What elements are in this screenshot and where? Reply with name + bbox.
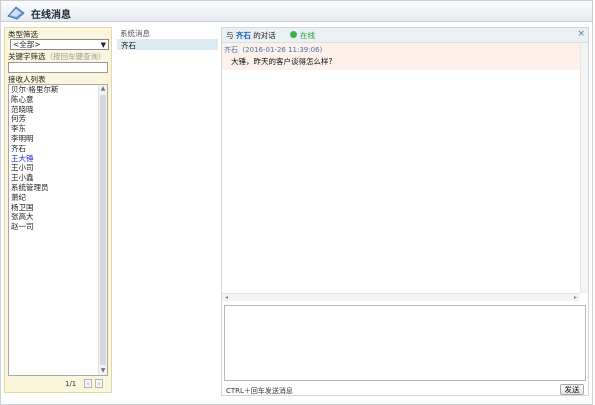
recipient-item[interactable]: 李明明 bbox=[9, 134, 99, 144]
recipient-list[interactable]: 贝尔·格里尔斯 陈心意 范晓晓 何芳 李东 李明明 齐石 王大锤 王小司 王小鑫 系统管理员 萧纪 杨卫… bbox=[8, 84, 108, 376]
send-shortcut-hint: CTRL＋回车发送消息 bbox=[226, 387, 293, 395]
recipient-item[interactable]: 杨卫国 bbox=[9, 203, 99, 213]
recipient-item[interactable]: 王小鑫 bbox=[9, 173, 99, 183]
message-text: 大锤，昨天的客户谈得怎么样? bbox=[231, 57, 333, 66]
recipient-item[interactable]: 齐石 bbox=[9, 144, 99, 154]
recipient-scrollbar[interactable]: ▲ ▼ bbox=[98, 85, 107, 375]
recipient-item[interactable]: 张高大 bbox=[9, 212, 99, 222]
chat-panel: 与 齐石 的对话 在线 × 齐石 (2016-01-26 11:39:06) 大… bbox=[221, 27, 589, 396]
recipient-items: 贝尔·格里尔斯 陈心意 范晓晓 何芳 李东 李明明 齐石 王大锤 王小司 王小鑫 系统管理员 萧纪 杨卫… bbox=[9, 85, 99, 232]
scroll-left-icon[interactable]: ◂ bbox=[225, 294, 228, 301]
scroll-down-icon[interactable]: ▼ bbox=[99, 367, 107, 375]
message-input[interactable] bbox=[224, 305, 586, 381]
recipient-item[interactable]: 范晓晓 bbox=[9, 105, 99, 115]
chat-title: 与 齐石 的对话 bbox=[226, 30, 276, 41]
chevron-down-icon: ▼ bbox=[100, 41, 106, 49]
prev-page-button[interactable]: ‹ bbox=[84, 379, 92, 388]
keyword-filter-hint: （按回车键查询） bbox=[45, 52, 106, 61]
online-status-icon bbox=[290, 31, 297, 38]
recipient-item[interactable]: 系统管理员 bbox=[9, 183, 99, 193]
conversation-item[interactable]: 齐石 bbox=[117, 39, 218, 50]
recipient-item[interactable]: 赵一司 bbox=[9, 222, 99, 232]
recipient-item[interactable]: 萧纪 bbox=[9, 193, 99, 203]
chat-title-prefix: 与 bbox=[226, 31, 234, 40]
scroll-right-icon[interactable]: ▸ bbox=[574, 294, 577, 301]
chat-vertical-scrollbar[interactable] bbox=[580, 43, 588, 293]
type-filter-value: <全部> bbox=[13, 40, 41, 49]
conversation-list: 系统消息 齐石 bbox=[117, 27, 218, 393]
keyword-input[interactable] bbox=[8, 62, 108, 73]
title-bar: 在线消息 bbox=[0, 0, 593, 22]
message-sender[interactable]: 齐石 bbox=[224, 46, 238, 54]
recipient-item[interactable]: 李东 bbox=[9, 124, 99, 134]
chat-horizontal-scrollbar[interactable]: ◂ ▸ bbox=[222, 293, 580, 301]
message-meta: 齐石 (2016-01-26 11:39:06) bbox=[224, 45, 322, 55]
recipient-item[interactable]: 王大锤 bbox=[9, 154, 99, 164]
filter-panel: 类型筛选 <全部> ▼ 关键字筛选（按回车键查询） 接收人列表 贝尔·格里尔斯陈… bbox=[4, 27, 112, 393]
recipient-item[interactable]: 贝尔·格里尔斯 bbox=[9, 85, 99, 95]
keyword-filter-title: 关键字筛选 bbox=[8, 52, 46, 61]
message-app-icon bbox=[7, 6, 25, 20]
scroll-up-icon[interactable]: ▲ bbox=[99, 85, 107, 93]
message-time: (2016-01-26 11:39:06) bbox=[242, 46, 323, 54]
recipient-item[interactable]: 何芳 bbox=[9, 114, 99, 124]
online-status-text: 在线 bbox=[300, 31, 315, 40]
window-title: 在线消息 bbox=[31, 10, 71, 21]
recipient-item[interactable]: 王小司 bbox=[9, 163, 99, 173]
send-button[interactable]: 发送 bbox=[560, 384, 584, 395]
type-filter-select[interactable]: <全部> ▼ bbox=[10, 39, 109, 50]
chat-partner-name[interactable]: 齐石 bbox=[236, 31, 251, 40]
recipient-item[interactable]: 陈心意 bbox=[9, 95, 99, 105]
keyword-filter-label: 关键字筛选（按回车键查询） bbox=[8, 51, 106, 62]
next-page-button[interactable]: › bbox=[95, 379, 103, 388]
page-indicator: 1/1 bbox=[65, 380, 77, 388]
chat-header: 与 齐石 的对话 在线 × bbox=[222, 28, 588, 43]
conversation-list-header: 系统消息 bbox=[120, 29, 150, 38]
close-icon[interactable]: × bbox=[577, 29, 585, 39]
scroll-thumb[interactable] bbox=[100, 95, 106, 365]
conversation-item-name: 齐石 bbox=[121, 41, 136, 50]
chat-title-suffix: 的对话 bbox=[253, 31, 276, 40]
